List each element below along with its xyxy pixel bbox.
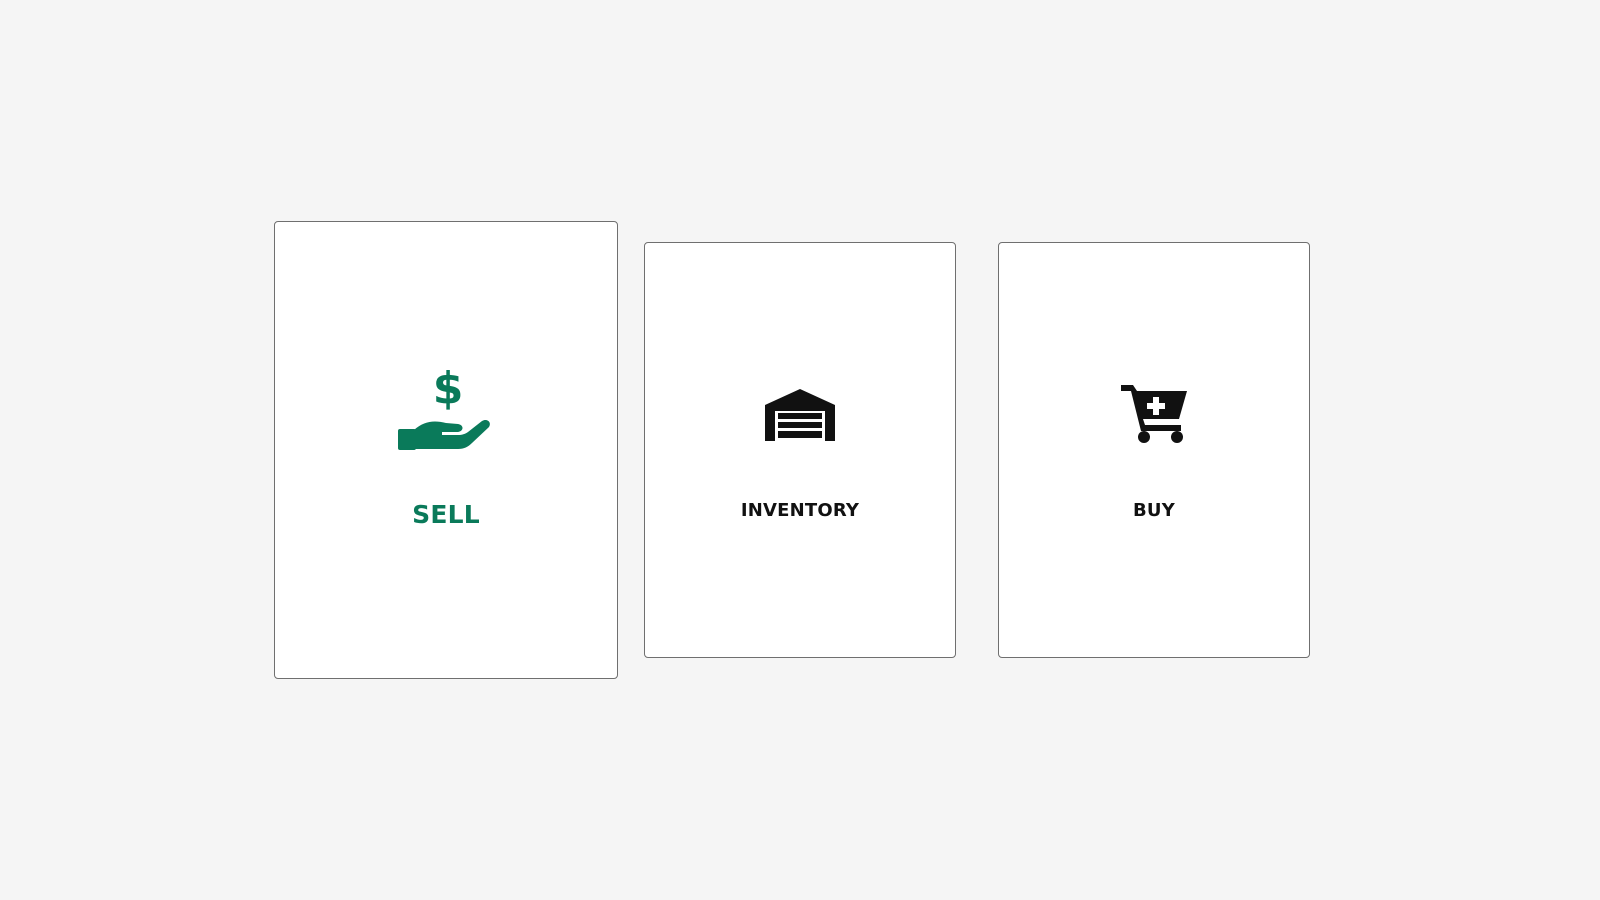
cart-plus-icon	[1121, 385, 1187, 443]
sell-card[interactable]: $ SELL	[274, 221, 618, 679]
menu-stage: $ SELL INVENTORY BUY	[0, 0, 1600, 900]
sell-label: SELL	[412, 500, 480, 529]
buy-label: BUY	[1133, 500, 1175, 521]
inventory-label: INVENTORY	[740, 500, 860, 521]
hand-dollar-icon: $	[398, 367, 490, 450]
warehouse-icon	[765, 389, 835, 441]
buy-card[interactable]: BUY	[998, 242, 1310, 658]
inventory-card[interactable]: INVENTORY	[644, 242, 956, 658]
svg-text:$: $	[433, 367, 464, 414]
